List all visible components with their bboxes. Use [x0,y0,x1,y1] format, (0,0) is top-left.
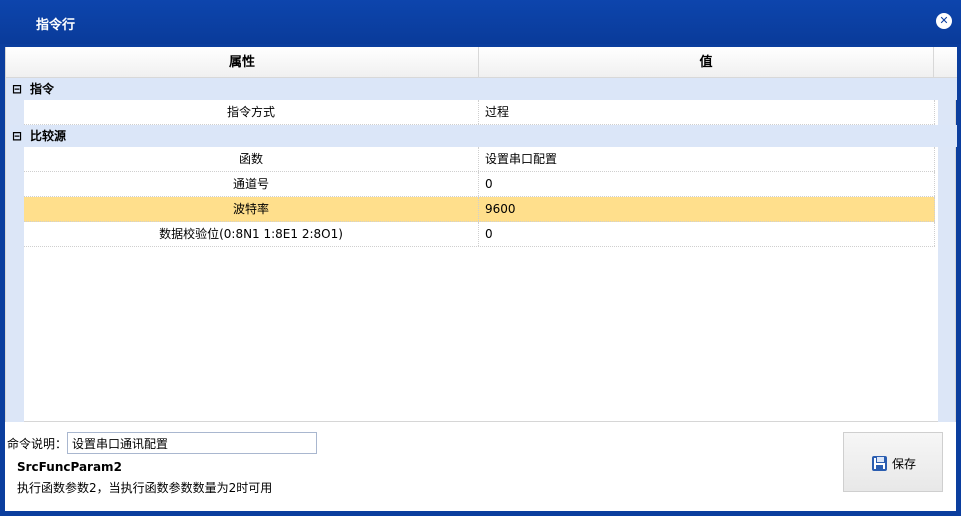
property-value[interactable]: 0 [485,222,925,247]
grid-row-command-mode[interactable]: 指令方式 过程 [24,100,935,125]
grid-header: 属性 值 [6,47,957,78]
property-name: 函数 [24,147,479,171]
property-name: 波特率 [24,197,479,221]
property-value[interactable]: 过程 [485,100,925,125]
column-header-value[interactable]: 值 [479,47,934,78]
category-compare-source[interactable]: ⊟ 比较源 [6,125,957,147]
param-description: 执行函数参数2，当执行函数参数数量为2时可用 [17,481,273,495]
property-value[interactable]: 设置串口配置 [485,147,925,172]
description-label: 命令说明： [7,437,68,451]
row-edge [934,172,935,196]
param-name: SrcFuncParam2 [17,460,122,474]
category-command[interactable]: ⊟ 指令 [6,78,957,100]
property-grid: 属性 值 ⊟ 指令 指令方式 过程 ⊟ 比较源 函数 设置串口配置 通道号 0 … [5,47,957,422]
dialog-body: 属性 值 ⊟ 指令 指令方式 过程 ⊟ 比较源 函数 设置串口配置 通道号 0 … [5,47,957,511]
dialog-window: 指令行 ✕ 属性 值 ⊟ 指令 指令方式 过程 ⊟ 比较源 函数 设置串口配置 … [0,0,961,516]
description-input[interactable] [67,432,317,454]
collapse-icon[interactable]: ⊟ [10,125,24,147]
row-edge [934,100,935,124]
row-edge [934,222,935,246]
window-title: 指令行 [36,18,76,33]
row-edge [934,147,935,171]
category-label: 比较源 [30,129,67,143]
column-header-filler [934,47,957,78]
title-bar: 指令行 ✕ [0,0,961,44]
save-button[interactable]: 保存 [843,432,943,492]
close-icon[interactable]: ✕ [936,13,952,29]
property-value[interactable]: 9600 [485,197,925,222]
save-label: 保存 [892,457,917,471]
category-label: 指令 [30,82,55,96]
column-header-property[interactable]: 属性 [6,47,479,78]
description-panel: 命令说明： SrcFuncParam2 执行函数参数2，当执行函数参数数量为2时… [5,422,956,511]
property-name: 通道号 [24,172,479,196]
grid-row-parity[interactable]: 数据校验位(0:8N1 1:8E1 2:8O1) 0 [24,222,935,247]
property-name: 指令方式 [24,100,479,124]
grid-row-function[interactable]: 函数 设置串口配置 [24,147,935,172]
grid-row-channel[interactable]: 通道号 0 [24,172,935,197]
save-icon [872,456,887,471]
grid-row-baud-rate[interactable]: 波特率 9600 [24,197,935,222]
row-edge [934,197,935,221]
property-value[interactable]: 0 [485,172,925,197]
collapse-icon[interactable]: ⊟ [10,78,24,100]
property-name: 数据校验位(0:8N1 1:8E1 2:8O1) [24,222,479,246]
